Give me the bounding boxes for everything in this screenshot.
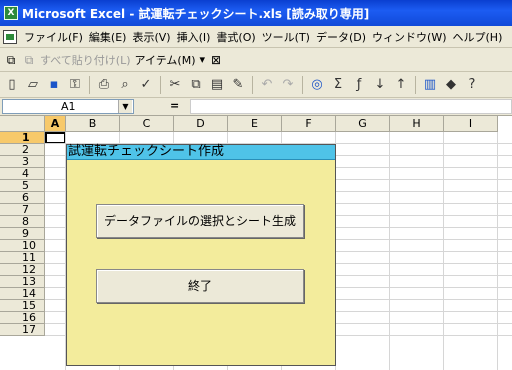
chevron-down-icon[interactable]: ▼ (118, 100, 132, 113)
exit-button[interactable]: 終了 (96, 269, 304, 303)
print-preview-icon[interactable]: ⌕ (116, 76, 134, 94)
title-bar: X Microsoft Excel - 試運転チェックシート.xls [読み取り… (0, 0, 512, 26)
hyperlink-icon[interactable]: ◎ (308, 76, 326, 94)
column-header-d[interactable]: D (174, 116, 228, 132)
toolbar-separator (302, 75, 303, 94)
paste-all-button: すべて貼り付け(L) (40, 53, 131, 67)
window-title: Microsoft Excel - 試運転チェックシート.xls [読み取り専用… (22, 6, 370, 21)
toolbar-separator (89, 75, 90, 94)
dialog-title: 試運転チェックシート作成 (67, 145, 335, 160)
excel-icon: X (4, 6, 18, 20)
sort-descending-icon[interactable]: ↑ (392, 76, 410, 94)
toolbar-separator (160, 75, 161, 94)
workbook-icon[interactable] (3, 29, 17, 44)
format-painter-icon[interactable]: ✎ (229, 76, 247, 94)
menu-edit[interactable]: 編集(E) (86, 29, 130, 45)
redo-icon: ↷ (282, 76, 294, 92)
column-header-c[interactable]: C (120, 116, 174, 132)
toolbar-separator (415, 75, 416, 94)
check-sheet-dialog: 試運転チェックシート作成 データファイルの選択とシート生成 終了 (66, 144, 336, 366)
worksheet[interactable]: A B C D E F G H I 1 2 3 4 5 6 7 8 9 10 11 12 13 14 15 16 17 試運転チェ… (0, 116, 512, 370)
paste-all-icon: ⧉ (24, 52, 34, 67)
column-header-a[interactable]: A (45, 116, 66, 132)
function-icon[interactable]: ƒ (350, 76, 368, 94)
menu-format[interactable]: 書式(O) (213, 29, 258, 45)
column-header-e[interactable]: E (228, 116, 282, 132)
clipboard-toolbar: ⧉ ⧉ すべて貼り付け(L) アイテム(M) ▾ ⊠ (0, 48, 512, 72)
select-data-file-button[interactable]: データファイルの選択とシート生成 (96, 204, 304, 238)
cut-icon[interactable]: ✂ (166, 76, 184, 94)
open-folder-icon[interactable]: ▱ (24, 76, 42, 94)
select-all-corner[interactable] (0, 116, 45, 132)
chevron-down-icon[interactable]: ▾ (200, 53, 206, 66)
chart-wizard-icon[interactable]: ▥ (421, 76, 439, 94)
menu-window[interactable]: ウィンドウ(W) (369, 29, 449, 45)
name-box[interactable]: A1 (2, 99, 134, 114)
equals-sign: = (170, 99, 180, 112)
menu-insert[interactable]: 挿入(I) (174, 29, 214, 45)
print-icon[interactable]: ⎙ (95, 76, 113, 94)
standard-toolbar: ▯ ▱ ▪ ⚿ ⎙ ⌕ ✓ ✂ ⧉ ▤ ✎ ↶ ↷ ◎ Σ ƒ ↓ ↑ ▥ ◆ … (0, 72, 512, 98)
new-file-icon[interactable]: ▯ (3, 76, 21, 94)
column-header-h[interactable]: H (390, 116, 444, 132)
copy-icon[interactable]: ⧉ (4, 53, 18, 67)
formula-bar: A1 ▼ = (0, 98, 512, 116)
undo-icon: ↶ (261, 76, 273, 92)
spelling-icon[interactable]: ✓ (137, 76, 155, 94)
autosum-icon[interactable]: Σ (329, 76, 347, 94)
save-icon[interactable]: ▪ (45, 76, 63, 94)
menu-view[interactable]: 表示(V) (129, 29, 173, 45)
column-header-f[interactable]: F (282, 116, 336, 132)
menu-help[interactable]: ヘルプ(H) (450, 29, 506, 45)
clear-clipboard-icon[interactable]: ⊠ (209, 53, 223, 67)
sort-ascending-icon[interactable]: ↓ (371, 76, 389, 94)
formula-input[interactable] (190, 99, 512, 114)
permission-icon[interactable]: ⚿ (66, 76, 84, 94)
paste-icon[interactable]: ▤ (208, 76, 226, 94)
column-header-i[interactable]: I (444, 116, 498, 132)
menu-file[interactable]: ファイル(F) (21, 29, 86, 45)
toolbar-separator (252, 75, 253, 94)
menu-tools[interactable]: ツール(T) (259, 29, 313, 45)
column-header-g[interactable]: G (336, 116, 390, 132)
help-icon[interactable]: ? (463, 76, 481, 94)
column-header-b[interactable]: B (66, 116, 120, 132)
menu-bar: ファイル(F) 編集(E) 表示(V) 挿入(I) 書式(O) ツール(T) デ… (0, 26, 512, 48)
items-button[interactable]: アイテム(M) (135, 52, 196, 68)
menu-data[interactable]: データ(D) (313, 29, 369, 45)
drawing-icon[interactable]: ◆ (442, 76, 460, 94)
copy-icon[interactable]: ⧉ (187, 76, 205, 94)
row-header-17[interactable]: 17 (0, 324, 45, 336)
